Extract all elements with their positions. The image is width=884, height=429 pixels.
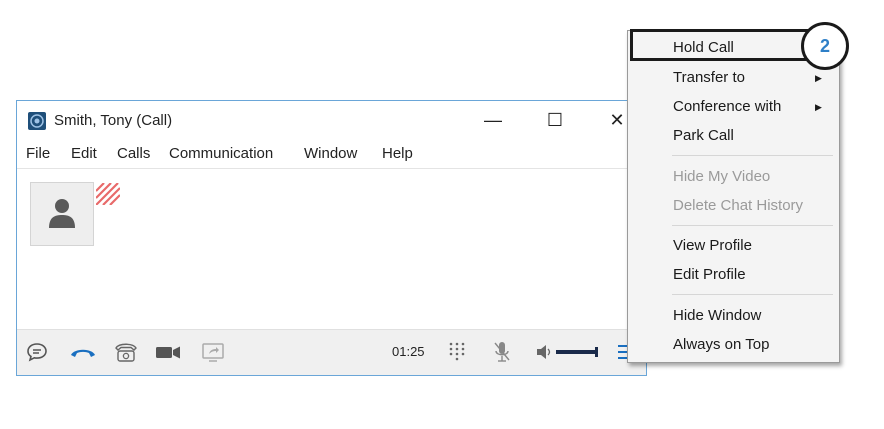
menu-separator [672, 155, 833, 156]
chat-icon[interactable] [25, 340, 49, 364]
app-logo-icon [28, 112, 46, 130]
menu-edit-profile[interactable]: Edit Profile [673, 266, 746, 283]
menu-window[interactable]: Window [304, 145, 357, 162]
status-indicator [96, 183, 120, 205]
menu-transfer-to[interactable]: Transfer to [673, 69, 745, 86]
hang-up-icon[interactable] [69, 340, 97, 364]
menu-separator [672, 225, 833, 226]
maximize-button[interactable]: ☐ [535, 107, 575, 133]
screen-share-icon[interactable] [200, 340, 226, 364]
volume-icon[interactable] [535, 340, 599, 364]
menu-view-profile[interactable]: View Profile [673, 237, 752, 254]
context-menu: Hold Call Transfer to ▶ Conference with … [627, 29, 840, 363]
step-callout-badge: 2 [801, 22, 849, 70]
call-toolbar: 01:25 [17, 329, 646, 375]
maximize-icon: ☐ [546, 110, 564, 130]
menu-edit[interactable]: Edit [71, 145, 97, 162]
menu-calls[interactable]: Calls [117, 145, 150, 162]
dialpad-icon[interactable] [446, 340, 468, 364]
call-timer: 01:25 [392, 344, 425, 359]
video-icon[interactable] [154, 340, 182, 364]
desk-phone-icon[interactable] [113, 340, 139, 364]
submenu-arrow-icon: ▶ [815, 73, 822, 83]
menu-help[interactable]: Help [382, 145, 413, 162]
close-icon: ✕ [609, 110, 625, 130]
menu-separator [672, 294, 833, 295]
menu-delete-chat-history: Delete Chat History [673, 197, 804, 214]
menu-conference-with[interactable]: Conference with [673, 98, 781, 115]
call-window: Smith, Tony (Call) — ☐ ✕ File Edit Calls… [16, 100, 647, 376]
menu-file[interactable]: File [26, 145, 50, 162]
avatar[interactable] [30, 182, 94, 246]
mic-muted-icon[interactable] [491, 340, 513, 364]
menu-hide-my-video: Hide My Video [673, 168, 771, 185]
minimize-icon: — [484, 110, 502, 130]
menu-hide-window[interactable]: Hide Window [673, 307, 761, 324]
menu-park-call[interactable]: Park Call [673, 127, 734, 144]
menu-hold-call[interactable]: Hold Call [673, 39, 734, 56]
minimize-button[interactable]: — [473, 107, 513, 133]
submenu-arrow-icon: ▶ [815, 102, 822, 112]
menu-always-on-top[interactable]: Always on Top [673, 336, 769, 353]
user-silhouette-icon [49, 199, 75, 228]
title-bar[interactable]: Smith, Tony (Call) — ☐ ✕ [17, 101, 646, 139]
window-title: Smith, Tony (Call) [54, 112, 173, 129]
menu-divider [17, 168, 646, 169]
menu-communication[interactable]: Communication [169, 145, 273, 162]
